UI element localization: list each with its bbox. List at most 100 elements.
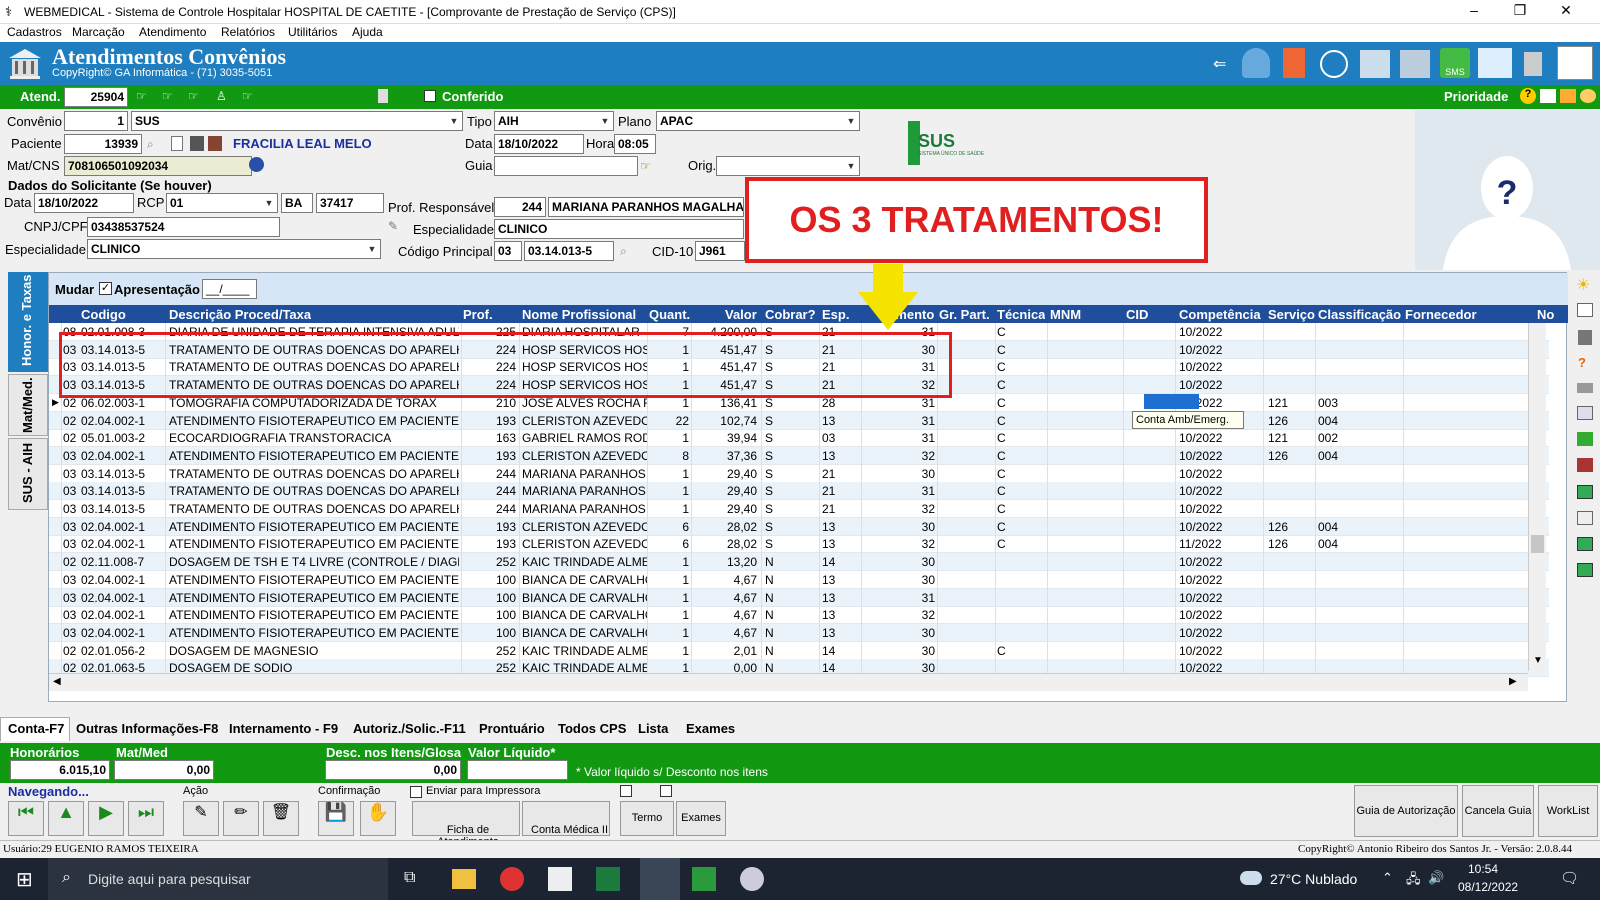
hand-pointer-icon[interactable]: ☞ (162, 89, 173, 103)
table-cell[interactable]: 02.04.002-1 (81, 414, 167, 428)
table-cell[interactable]: ATENDIMENTO FISIOTERAPEUTICO EM PACIENTE… (169, 626, 459, 640)
table-row[interactable]: 02 02.11.008-7 DOSAGEM DE TSH E T4 LIVRE (… (49, 553, 1549, 572)
chevron-down-icon[interactable]: ▼ (843, 157, 859, 175)
col-no[interactable]: No (1537, 307, 1554, 322)
clock-time[interactable]: 10:54 (1468, 862, 1498, 876)
table-cell[interactable]: 193 (461, 414, 516, 428)
file-explorer-icon[interactable] (452, 869, 476, 889)
table-cell[interactable]: N (765, 591, 785, 605)
prof-resp-name-field[interactable]: MARIANA PARANHOS MAGALHAES (548, 197, 744, 217)
table-cell[interactable]: 6 (649, 537, 689, 551)
chevron-down-icon[interactable]: ▼ (364, 240, 380, 258)
table-cell[interactable]: 004 (1318, 520, 1358, 534)
termo-button[interactable]: Termo (620, 801, 674, 836)
col-codigo[interactable]: Codigo (81, 307, 126, 322)
delete-button[interactable]: 🗑 (263, 801, 299, 836)
tab-conta[interactable]: Conta-F7 (8, 721, 64, 736)
notifications-icon[interactable]: 🗨 (1560, 869, 1579, 887)
email-icon[interactable] (1478, 48, 1512, 78)
sol-data-field[interactable]: 18/10/2022 (34, 193, 134, 213)
hand-pointer-icon[interactable]: ☞ (188, 89, 199, 103)
calculator-icon[interactable] (378, 89, 388, 103)
table-cell[interactable]: 244 (461, 502, 516, 516)
table-cell[interactable]: C (997, 396, 1017, 410)
brazil-flag-icon[interactable] (692, 867, 716, 891)
table-cell[interactable]: 4,67 (695, 591, 757, 605)
table-cell[interactable]: 02 (63, 644, 79, 658)
chevron-down-icon[interactable]: ▼ (843, 112, 859, 130)
table-cell[interactable]: 13 (822, 591, 842, 605)
table-cell[interactable]: 37,36 (695, 449, 757, 463)
volume-icon[interactable]: 🔊 (1428, 870, 1444, 886)
table-cell[interactable]: BIANCA DE CARVALHO (522, 626, 647, 640)
table-cell[interactable]: 126 (1268, 520, 1308, 534)
table-cell[interactable]: 03.14.013-5 (81, 467, 167, 481)
menu-marcacao[interactable]: Marcação (72, 25, 125, 39)
table-cell[interactable]: 252 (461, 644, 516, 658)
binoculars-icon[interactable]: ⌕ (147, 137, 154, 152)
globe-icon[interactable] (249, 157, 264, 172)
table-cell[interactable]: 32 (883, 608, 935, 622)
table-cell[interactable]: 10/2022 (1179, 360, 1239, 374)
table-cell[interactable]: 30 (883, 644, 935, 658)
table-cell[interactable]: 193 (461, 537, 516, 551)
table-cell[interactable]: 163 (461, 431, 516, 445)
worklist-button[interactable]: WorkList (1538, 785, 1598, 837)
table-row[interactable]: 02 05.01.003-2 ECOCARDIOGRAFIA TRANSTORACI… (49, 429, 1549, 448)
person-icon[interactable]: ♙ (216, 89, 227, 103)
table-cell[interactable]: 13,20 (695, 555, 757, 569)
col-tecnica[interactable]: Técnica (997, 307, 1045, 322)
last-record-button[interactable]: ⏭ (128, 801, 164, 836)
table-cell[interactable]: 100 (461, 608, 516, 622)
table-cell[interactable]: 31 (883, 414, 935, 428)
col-servico[interactable]: Serviço (1268, 307, 1315, 322)
table-row[interactable]: 02 02.04.002-1 ATENDIMENTO FISIOTERAPEUTIC… (49, 411, 1549, 430)
table-cell[interactable]: ATENDIMENTO FISIOTERAPEUTICO EM PACIENTE… (169, 414, 459, 428)
windows-start-icon[interactable]: ⊞ (16, 867, 33, 892)
tab-autoriz-solic[interactable]: Autoriz./Solic.-F11 (353, 721, 466, 736)
menu-utilitarios[interactable]: Utilitários (288, 25, 337, 39)
table-cell[interactable]: 1 (649, 591, 689, 605)
table-cell[interactable]: 003 (1318, 396, 1358, 410)
table-cell[interactable]: C (997, 343, 1017, 357)
menu-relatorios[interactable]: Relatórios (221, 25, 275, 39)
table-cell[interactable]: C (997, 360, 1017, 374)
table-cell[interactable]: MARIANA PARANHOS I (522, 484, 647, 498)
table-cell[interactable]: 39,94 (695, 431, 757, 445)
tree-icon[interactable] (1577, 432, 1593, 446)
col-cid[interactable]: CID (1126, 307, 1148, 322)
table-cell[interactable]: 193 (461, 520, 516, 534)
question-icon[interactable]: ? (1578, 355, 1586, 370)
col-mnm[interactable]: MNM (1050, 307, 1081, 322)
esp2-field[interactable]: CLINICO (494, 219, 744, 239)
col-descricao[interactable]: Descrição Proced/Taxa (169, 307, 311, 322)
tab-outras-informacoes[interactable]: Outras Informações-F8 (76, 721, 218, 736)
sun-icon[interactable]: ☀ (1576, 275, 1590, 295)
table-cell[interactable]: 13 (822, 449, 842, 463)
cancel-button[interactable]: ✋ (360, 801, 396, 836)
table-cell[interactable]: N (765, 573, 785, 587)
uf-field[interactable]: BA (281, 193, 313, 213)
tools-icon[interactable] (1360, 50, 1390, 78)
crm-field[interactable]: 37417 (316, 193, 384, 213)
col-valor[interactable]: Valor (725, 307, 757, 322)
monitor-icon[interactable] (1577, 485, 1593, 499)
plano-select[interactable]: APAC ▼ (656, 111, 860, 131)
table-cell[interactable]: 02.04.002-1 (81, 520, 167, 534)
trash-icon[interactable] (1578, 330, 1592, 345)
next-record-button[interactable]: ▶ (88, 801, 124, 836)
table-cell[interactable]: 1 (649, 644, 689, 658)
table-cell[interactable]: 02 (63, 414, 79, 428)
table-row[interactable]: 03 02.04.002-1 ATENDIMENTO FISIOTERAPEUTIC… (49, 606, 1549, 625)
cod-principal-group-field[interactable]: 03 (494, 241, 522, 261)
guia-field[interactable] (494, 156, 638, 176)
table-cell[interactable]: N (765, 626, 785, 640)
chevron-left-icon[interactable]: ◀ (53, 676, 61, 687)
binoculars-icon[interactable]: ⌕ (620, 244, 627, 259)
table-cell[interactable]: S (765, 414, 785, 428)
pin-icon[interactable] (1560, 89, 1576, 103)
first-record-button[interactable]: ⏮ (8, 801, 44, 836)
table-cell[interactable]: 13 (822, 414, 842, 428)
table-cell[interactable]: N (765, 644, 785, 658)
col-gr-part[interactable]: Gr. Part. (939, 307, 990, 322)
